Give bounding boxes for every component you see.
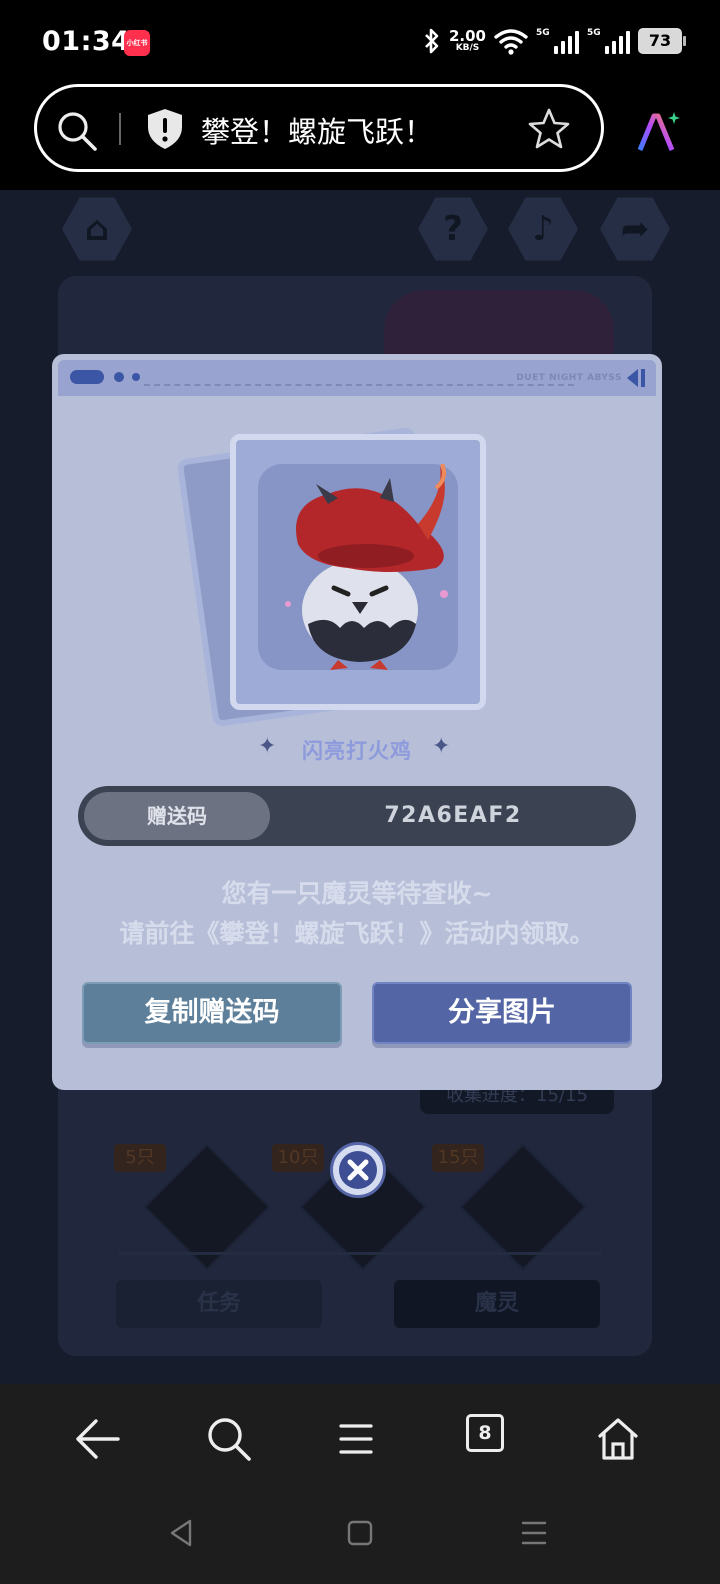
menu-icon[interactable]	[338, 1416, 374, 1462]
header-dashed-line	[144, 384, 574, 386]
message-line-1: 您有一只魔灵等待查收~	[221, 879, 493, 908]
browser-bottom-nav: 8	[0, 1384, 720, 1494]
pet-name: 闪亮打火鸡	[302, 739, 412, 763]
close-icon	[339, 1151, 377, 1189]
close-dialog-button[interactable]	[330, 1142, 386, 1198]
game-page: ⌂ ? ♪ ➦ 收集进度：15/15 5只 10只 15只 任务 魔灵 DUET…	[0, 190, 720, 1384]
pet-card-art-frame	[258, 464, 458, 670]
status-icons: 2.00 KB/S 5G 5G 73	[423, 24, 686, 58]
play-back-icon	[627, 369, 645, 387]
recents-icon[interactable]	[520, 1518, 548, 1548]
sparkle-icon: ✦	[432, 734, 451, 759]
dialog-header: DUET NIGHT ABYSS	[58, 360, 656, 396]
message-line-2: 请前往《攀登！螺旋飞跃！》活动内领取。	[119, 919, 595, 948]
header-dot	[132, 373, 140, 381]
search-icon[interactable]	[206, 1416, 252, 1462]
gift-code-bar: 赠送码 72A6EAF2	[78, 786, 636, 846]
tabs-icon[interactable]: 8	[466, 1414, 504, 1452]
network-speed: 2.00 KB/S	[448, 27, 486, 53]
pet-name-row: ✦ 闪亮打火鸡 ✦	[52, 734, 662, 768]
header-decoration	[70, 370, 104, 384]
status-bar: 01:34 小红书 2.00 KB/S 5G 5G 73	[0, 0, 720, 84]
system-navigation-bar	[0, 1494, 720, 1584]
bluetooth-icon	[425, 28, 439, 54]
page-title[interactable]: 攀登！螺旋飞跃！	[201, 109, 433, 151]
clock: 01:34	[42, 26, 131, 57]
gift-code-dialog: DUET NIGHT ABYSS ✦ 闪亮打火鸡 ✦ 赠送码 72A6EAF2 …	[52, 354, 662, 1090]
header-dot	[114, 372, 124, 382]
back-arrow-icon[interactable]	[74, 1416, 122, 1462]
copy-code-button[interactable]: 复制赠送码	[82, 982, 342, 1044]
pet-card	[230, 434, 486, 710]
xiaohongshu-notification-icon: 小红书	[124, 30, 150, 56]
home-icon[interactable]	[596, 1416, 640, 1462]
triangle-back-icon[interactable]	[168, 1518, 194, 1548]
battery-icon: 73	[638, 28, 686, 54]
browser-toolbar: 攀登！螺旋飞跃！	[0, 84, 720, 190]
brand-text: DUET NIGHT ABYSS	[516, 373, 622, 383]
sim2-signal-icon: 5G	[587, 28, 630, 54]
address-bar[interactable]: 攀登！螺旋飞跃！	[34, 84, 604, 172]
share-image-button[interactable]: 分享图片	[372, 982, 632, 1044]
gift-code-value[interactable]: 72A6EAF2	[270, 786, 636, 846]
shield-icon[interactable]	[145, 107, 185, 151]
search-icon[interactable]	[55, 109, 99, 153]
sim1-signal-icon: 5G	[536, 28, 579, 54]
star-icon[interactable]	[527, 107, 571, 151]
address-divider	[119, 113, 121, 145]
gift-code-label: 赠送码	[84, 792, 270, 840]
sparkle-icon: ✦	[258, 734, 277, 759]
fire-turkey-mascot-image	[285, 464, 448, 670]
square-home-icon[interactable]	[346, 1518, 374, 1548]
ai-icon[interactable]	[634, 108, 682, 156]
wifi-icon	[494, 29, 528, 55]
